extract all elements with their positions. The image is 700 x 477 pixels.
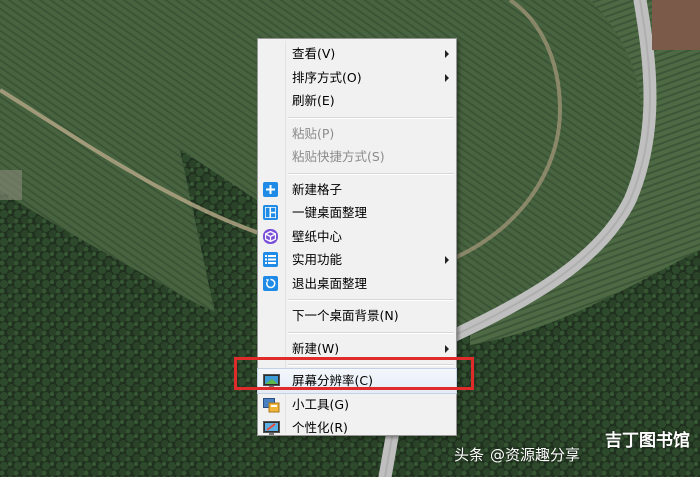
submenu-arrow-icon <box>445 344 449 353</box>
menu-separator <box>258 295 456 304</box>
menu-item-exit-organize[interactable]: 退出桌面整理 <box>258 272 456 296</box>
menu-separator <box>258 113 456 122</box>
menu-item-label: 小工具(G) <box>292 396 349 412</box>
menu-item-one-click-organize[interactable]: 一键桌面整理 <box>258 201 456 225</box>
menu-separator <box>258 328 456 337</box>
menu-item-label: 壁纸中心 <box>292 228 343 244</box>
brand-watermark: 吉丁图书馆 <box>605 431 690 451</box>
menu-item-gadgets[interactable]: 小工具(G) <box>258 393 456 417</box>
menu-item-utilities[interactable]: 实用功能 <box>258 248 456 272</box>
menu-item-label: 排序方式(O) <box>292 69 362 85</box>
submenu-arrow-icon <box>445 50 449 58</box>
menu-item-new-grid[interactable]: 新建格子 <box>258 178 456 202</box>
menu-item-label: 个性化(R) <box>292 420 348 435</box>
menu-item-label: 新建(W) <box>292 340 340 356</box>
source-watermark: 头条 @资源趣分享 <box>454 444 580 465</box>
menu-item-label: 一键桌面整理 <box>292 205 368 220</box>
menu-item-label: 实用功能 <box>292 252 343 267</box>
highlight-annotation-box <box>234 357 474 390</box>
menu-item-label: 下一个桌面背景(N) <box>292 308 399 323</box>
gadgets-icon <box>263 397 280 412</box>
menu-item-wallpaper-center[interactable]: 壁纸中心 <box>258 225 456 249</box>
menu-item-paste-shortcut: 粘贴快捷方式(S) <box>258 145 456 169</box>
list-icon <box>263 252 278 267</box>
menu-item-paste: 粘贴(P) <box>258 122 456 146</box>
menu-item-next-background[interactable]: 下一个桌面背景(N) <box>258 304 456 328</box>
menu-item-label: 新建格子 <box>292 181 343 197</box>
menu-item-label: 刷新(E) <box>292 93 335 108</box>
watermark-text: @资源趣分享 <box>489 446 580 464</box>
menu-item-personalize[interactable]: 个性化(R) <box>258 416 456 440</box>
menu-separator <box>258 169 456 178</box>
submenu-arrow-icon <box>445 73 449 82</box>
watermark-prefix: 头条 <box>453 446 484 464</box>
menu-item-refresh[interactable]: 刷新(E) <box>258 89 456 113</box>
menu-item-label: 退出桌面整理 <box>292 275 368 291</box>
menu-item-view[interactable]: 查看(V) <box>258 42 456 66</box>
menu-item-label: 查看(V) <box>292 46 336 61</box>
exit-icon <box>263 275 278 291</box>
menu-item-sort-by[interactable]: 排序方式(O) <box>258 66 456 90</box>
menu-item-label: 粘贴快捷方式(S) <box>292 149 385 164</box>
submenu-arrow-icon <box>445 256 449 264</box>
cube-icon <box>263 228 278 244</box>
menu-item-label: 粘贴(P) <box>292 125 335 141</box>
personalize-icon <box>263 420 280 435</box>
plus-icon <box>263 181 278 197</box>
layout-icon <box>263 205 278 220</box>
